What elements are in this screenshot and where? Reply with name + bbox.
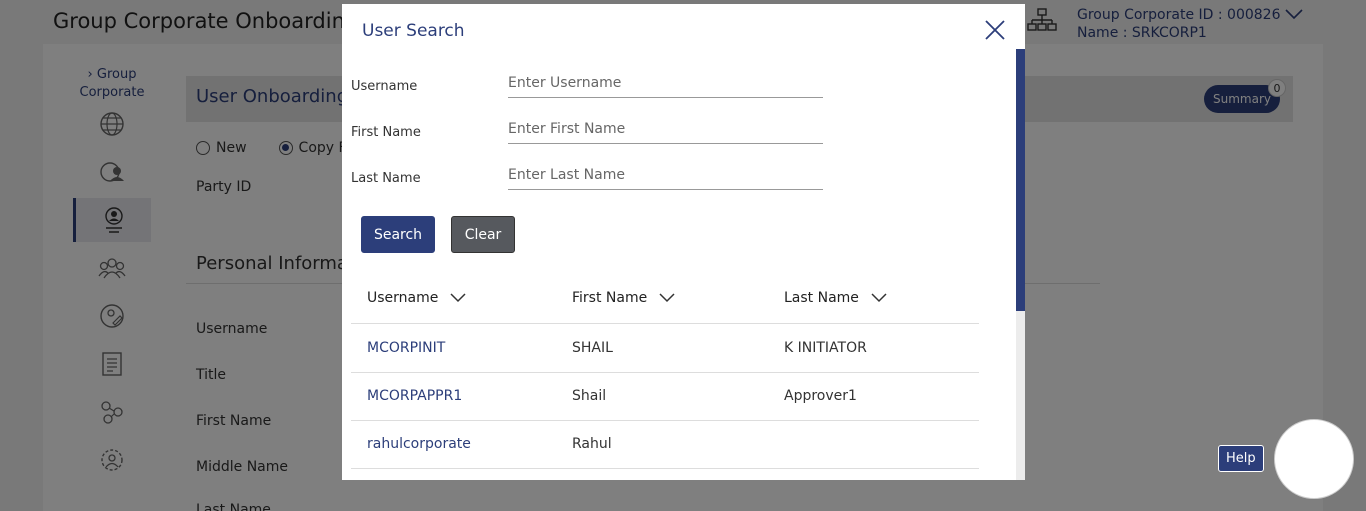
first-name-cell: Rahul — [572, 436, 612, 452]
first-name-cell: Shail — [572, 388, 607, 404]
username-link[interactable]: MCORPINIT — [367, 340, 445, 356]
chevron-down-icon — [659, 293, 675, 303]
last-name-label: Last Name — [351, 171, 421, 186]
username-link[interactable]: MCORPAPPR1 — [367, 388, 462, 404]
sort-last-name[interactable]: Last Name — [784, 290, 887, 306]
clear-button[interactable]: Clear — [451, 216, 515, 253]
first-name-input[interactable] — [508, 114, 823, 144]
chevron-down-icon — [871, 293, 887, 303]
search-button[interactable]: Search — [361, 216, 435, 253]
username-link[interactable]: rahulcorporate — [367, 436, 471, 452]
close-icon[interactable] — [983, 18, 1007, 42]
modal-title: User Search — [362, 21, 465, 41]
modal-scroll-thumb[interactable] — [1016, 49, 1025, 311]
user-search-modal: User Search Username First Name Last Nam… — [342, 4, 1025, 480]
username-label: Username — [351, 79, 418, 94]
chevron-down-icon — [450, 293, 466, 303]
table-row: MCORPAPPR1 Shail Approver1 — [351, 373, 979, 421]
first-name-label: First Name — [351, 125, 421, 140]
last-name-input[interactable] — [508, 160, 823, 190]
first-name-cell: SHAIL — [572, 340, 613, 356]
last-name-cell: Approver1 — [784, 388, 857, 404]
results-header: Username First Name Last Name — [351, 280, 979, 324]
chat-widget[interactable] — [1274, 419, 1354, 499]
username-input[interactable] — [508, 68, 823, 98]
table-row: rahulcorporate Rahul — [351, 421, 979, 469]
sort-first-name[interactable]: First Name — [572, 290, 675, 306]
table-row: MCORPINIT SHAIL K INITIATOR — [351, 325, 979, 373]
last-name-cell: K INITIATOR — [784, 340, 867, 356]
sort-username[interactable]: Username — [367, 290, 466, 306]
help-button[interactable]: Help — [1218, 445, 1264, 472]
